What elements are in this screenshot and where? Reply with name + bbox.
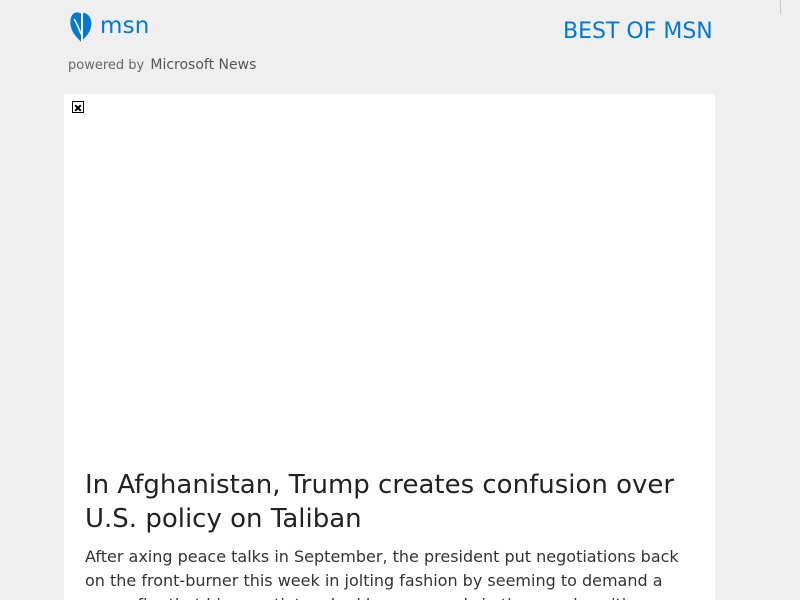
best-of-msn-link[interactable]: BEST OF MSN	[563, 21, 713, 43]
msn-email-page: msn powered by Microsoft News BEST OF MS…	[0, 0, 800, 600]
msn-logo[interactable]: msn	[68, 9, 150, 45]
article-summary: After axing peace talks in September, th…	[85, 547, 679, 600]
article-headline[interactable]: In Afghanistan, Trump creates confusion …	[85, 468, 685, 536]
broken-image-icon	[72, 101, 84, 113]
powered-by-text: powered by Microsoft News	[68, 58, 256, 72]
header: msn powered by Microsoft News BEST OF MS…	[0, 0, 781, 94]
msn-logo-text: msn	[100, 12, 150, 39]
butterfly-icon	[70, 12, 92, 42]
powered-by-label: powered by	[68, 58, 145, 73]
microsoft-news-label: Microsoft News	[150, 57, 257, 73]
scrollbar-edge	[780, 0, 781, 14]
article-card[interactable]: In Afghanistan, Trump creates confusion …	[64, 94, 715, 600]
